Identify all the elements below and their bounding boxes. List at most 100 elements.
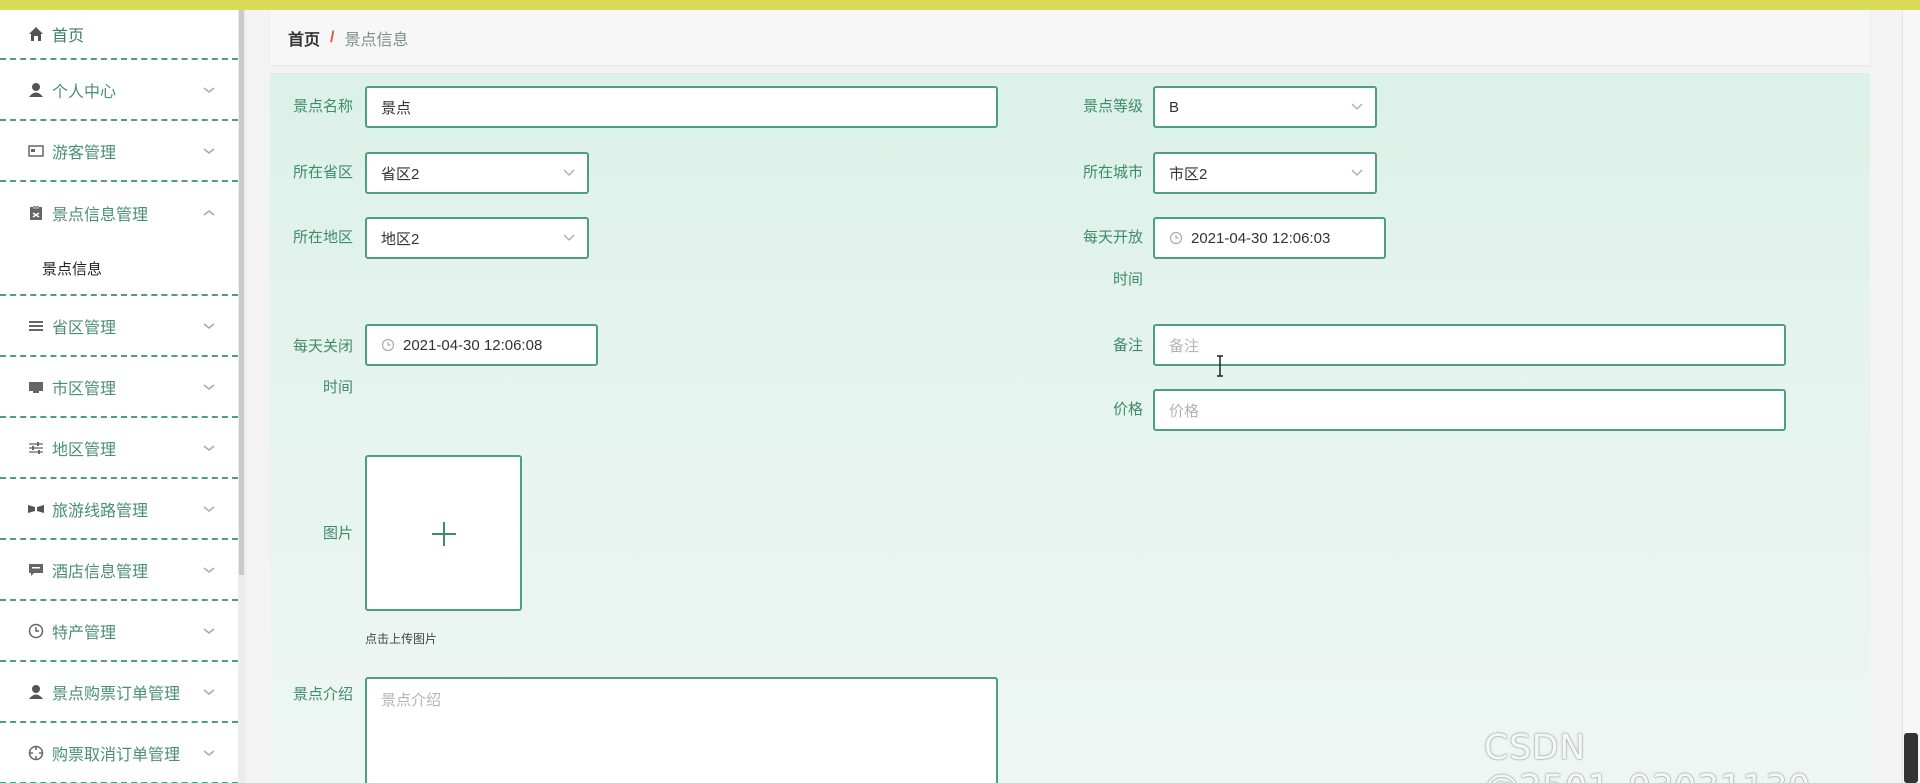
sidebar-item-district[interactable]: 地区管理 (0, 418, 238, 479)
name-input[interactable]: 景点 (365, 86, 998, 128)
text-cursor-icon (1217, 355, 1223, 377)
chevron-down-icon (203, 688, 215, 695)
remark-label: 备注 (1112, 337, 1143, 354)
name-value: 景点 (381, 99, 412, 117)
chevron-down-icon (563, 234, 575, 241)
sidebar-item-city[interactable]: 市区管理 (0, 357, 238, 418)
image-upload-box[interactable] (365, 455, 522, 611)
chevron-down-icon (203, 86, 215, 93)
city-value: 市区2 (1169, 165, 1208, 183)
sidebar: 首页 个人中心 游客管理 景点信息管理 景点信息 省区管理 市区管理 地区管理 … (0, 10, 238, 783)
city-label: 所在城市 (1082, 164, 1143, 181)
chevron-down-icon (203, 749, 215, 756)
chevron-down-icon (203, 147, 215, 154)
breadcrumb: 首页 / 景点信息 (270, 10, 1870, 65)
level-label: 景点等级 (1082, 98, 1143, 115)
breadcrumb-separator: / (330, 28, 335, 46)
sidebar-item-label: 景点信息管理 (52, 206, 149, 224)
open-time-label-line2: 时间 (1112, 271, 1143, 288)
sidebar-item-label: 特产管理 (52, 624, 117, 642)
sidebar-item-label: 游客管理 (52, 144, 117, 162)
plus-icon-vertical (443, 522, 445, 546)
upload-hint: 点击上传图片 (365, 632, 438, 646)
breadcrumb-current: 景点信息 (344, 31, 409, 49)
sidebar-item-home[interactable]: 首页 (0, 10, 238, 60)
user-icon (26, 80, 46, 100)
user-icon (26, 682, 46, 702)
province-label: 所在省区 (292, 164, 353, 181)
close-time-picker[interactable]: 2021-04-30 12:06:08 (365, 324, 598, 366)
chevron-down-icon (203, 444, 215, 451)
district-label: 所在地区 (292, 229, 353, 246)
sidebar-subitem-label: 景点信息 (42, 261, 103, 278)
clock-icon (1169, 231, 1183, 245)
remark-placeholder: 备注 (1169, 337, 1200, 355)
province-select[interactable]: 省区2 (365, 152, 589, 194)
price-input[interactable]: 价格 (1153, 389, 1786, 431)
close-time-value: 2021-04-30 12:06:08 (403, 336, 543, 354)
home-icon (26, 24, 46, 44)
image-label: 图片 (322, 525, 353, 542)
sidebar-item-province[interactable]: 省区管理 (0, 296, 238, 357)
sidebar-item-label: 首页 (52, 28, 85, 45)
sidebar-item-label: 地区管理 (52, 441, 117, 459)
sidebar-item-ticket-orders[interactable]: 景点购票订单管理 (0, 662, 238, 723)
sidebar-item-label: 购票取消订单管理 (52, 746, 181, 764)
chevron-down-icon (203, 322, 215, 329)
close-time-label-line2: 时间 (322, 379, 353, 396)
clipboard-icon (26, 203, 46, 223)
breadcrumb-home[interactable]: 首页 (288, 26, 320, 50)
level-select[interactable]: B (1153, 86, 1377, 128)
sidebar-item-hotel[interactable]: 酒店信息管理 (0, 540, 238, 601)
sidebar-item-scenic-info[interactable]: 景点信息管理 (0, 182, 238, 243)
open-time-picker[interactable]: 2021-04-30 12:06:03 (1153, 217, 1386, 259)
compass-icon (26, 743, 46, 763)
watermark: CSDN @2501_93031130 (1484, 728, 1810, 783)
sidebar-item-label: 市区管理 (52, 380, 117, 398)
chevron-down-icon (1351, 103, 1363, 110)
chevron-down-icon (203, 505, 215, 512)
intro-textarea[interactable] (365, 677, 998, 783)
sidebar-item-travel-route[interactable]: 旅游线路管理 (0, 479, 238, 540)
top-accent-bar (0, 0, 1920, 10)
price-label: 价格 (1112, 401, 1143, 418)
sidebar-item-label: 景点购票订单管理 (52, 685, 181, 703)
form-panel: 景点名称 景点 景点等级 B 所在省区 省区2 所在城市 市区2 所在地区 地区… (270, 73, 1870, 783)
name-label: 景点名称 (292, 98, 353, 115)
city-select[interactable]: 市区2 (1153, 152, 1377, 194)
province-value: 省区2 (381, 165, 420, 183)
level-value: B (1169, 98, 1180, 116)
page-scrollbar[interactable] (1902, 10, 1920, 783)
district-value: 地区2 (381, 230, 420, 248)
sidebar-subitem-scenic-info[interactable]: 景点信息 (0, 243, 238, 296)
list-icon (26, 316, 46, 336)
chevron-up-icon (203, 209, 215, 216)
sidebar-item-label: 旅游线路管理 (52, 502, 149, 520)
id-card-icon (26, 141, 46, 161)
sidebar-item-label: 省区管理 (52, 319, 117, 337)
district-select[interactable]: 地区2 (365, 217, 589, 259)
chevron-down-icon (1351, 169, 1363, 176)
sliders-icon (26, 438, 46, 458)
message-icon (26, 560, 46, 580)
sidebar-item-visitor[interactable]: 游客管理 (0, 121, 238, 182)
ticket-icon (26, 499, 46, 519)
sidebar-item-label: 个人中心 (52, 83, 117, 101)
chevron-down-icon (563, 169, 575, 176)
intro-label: 景点介绍 (292, 686, 353, 703)
price-placeholder: 价格 (1169, 402, 1200, 420)
sidebar-scrollbar-thumb[interactable] (239, 10, 244, 575)
open-time-value: 2021-04-30 12:06:03 (1191, 229, 1331, 247)
sidebar-item-cancel-orders[interactable]: 购票取消订单管理 (0, 723, 238, 783)
chevron-down-icon (203, 383, 215, 390)
chevron-down-icon (203, 627, 215, 634)
clock-icon (26, 621, 46, 641)
clock-icon (381, 338, 395, 352)
sidebar-item-label: 酒店信息管理 (52, 563, 149, 581)
remark-input[interactable]: 备注 (1153, 324, 1786, 366)
close-time-label-line1: 每天关闭 (292, 338, 353, 355)
chevron-down-icon (203, 566, 215, 573)
sidebar-item-specialty[interactable]: 特产管理 (0, 601, 238, 662)
sidebar-item-personal-center[interactable]: 个人中心 (0, 60, 238, 121)
monitor-icon (26, 377, 46, 397)
